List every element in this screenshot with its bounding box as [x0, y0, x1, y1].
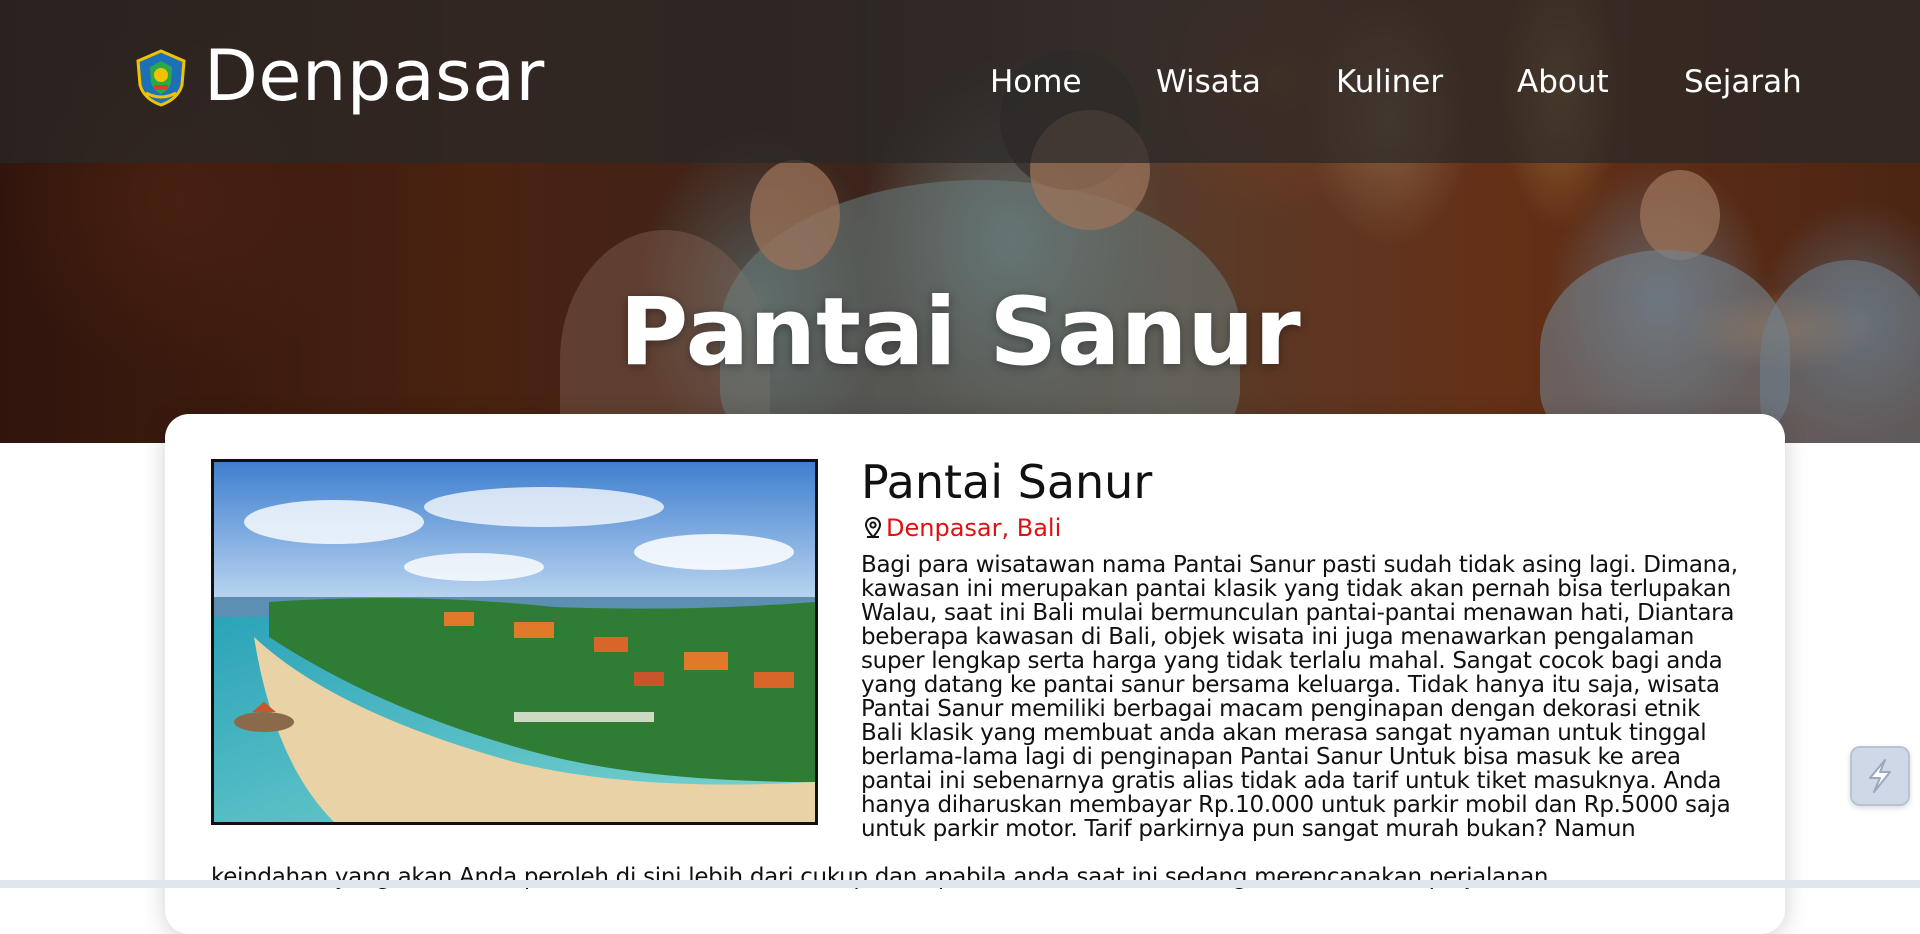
hero-title: Pantai Sanur: [619, 278, 1301, 387]
nav-about[interactable]: About: [1517, 62, 1609, 102]
beach-photo: [211, 459, 818, 825]
nav-kuliner[interactable]: Kuliner: [1336, 62, 1443, 102]
nav-sejarah[interactable]: Sejarah: [1684, 62, 1802, 102]
bottom-edge: [0, 880, 1920, 888]
attraction-title: Pantai Sanur: [861, 455, 1153, 509]
hero-banner: Denpasar Home Wisata Kuliner About Sejar…: [0, 0, 1920, 443]
location-text: Denpasar, Bali: [886, 514, 1062, 542]
brand-name[interactable]: Denpasar: [204, 36, 545, 116]
navbar: Denpasar Home Wisata Kuliner About Sejar…: [0, 0, 1920, 163]
floating-extension-button[interactable]: [1850, 746, 1910, 806]
denpasar-emblem-icon[interactable]: [132, 49, 190, 107]
map-pin-icon: [864, 517, 882, 539]
location-line: Denpasar, Bali: [864, 513, 1061, 543]
nav-home[interactable]: Home: [990, 62, 1082, 102]
lightning-extension-icon: [1869, 759, 1891, 793]
nav-wisata[interactable]: Wisata: [1156, 62, 1261, 102]
beach-photo-illustration: [214, 462, 815, 822]
attraction-description: Bagi para wisatawan nama Pantai Sanur pa…: [861, 552, 1738, 842]
